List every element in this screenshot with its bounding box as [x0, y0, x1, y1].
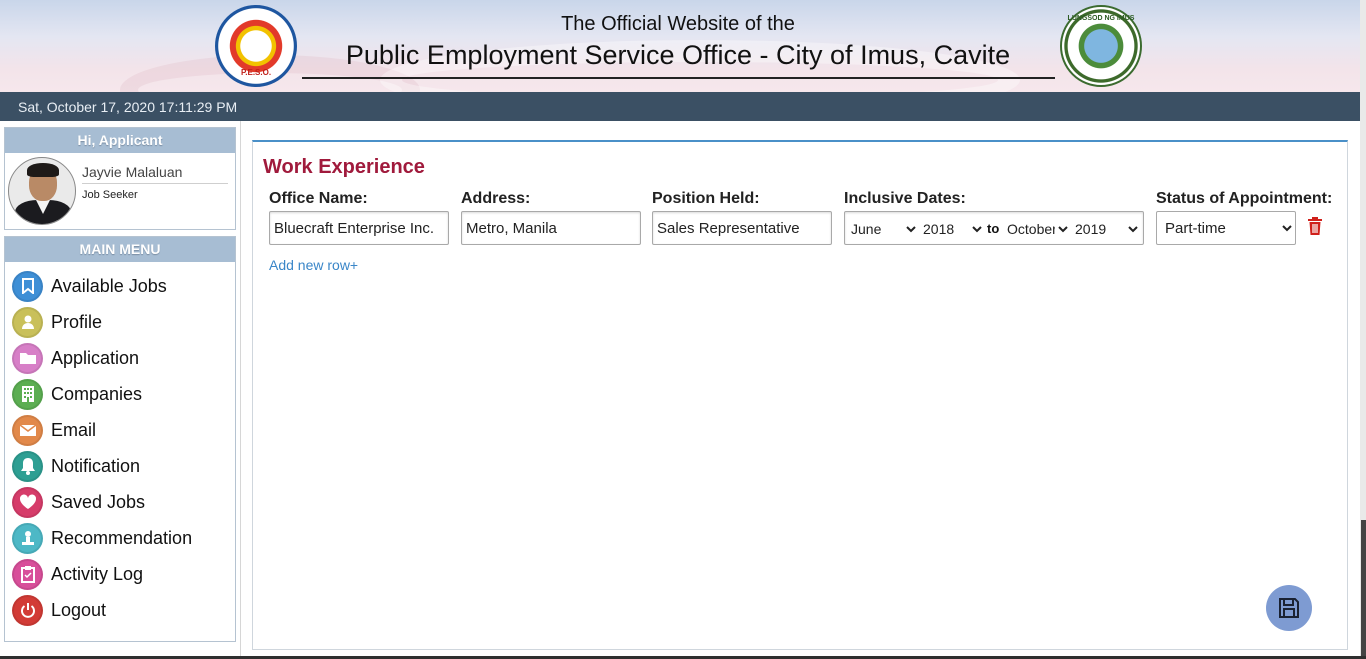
imus-seal-text: LUNGSOD NG IMUS	[1067, 15, 1135, 22]
status-select[interactable]: Part-time	[1156, 211, 1296, 245]
trash-icon[interactable]	[1307, 216, 1323, 236]
award-icon	[12, 522, 43, 554]
user-role: Job Seeker	[82, 189, 138, 201]
inclusive-dates-label: Inclusive Dates:	[844, 190, 966, 207]
menu-item-activity-log[interactable]: Activity Log	[12, 558, 230, 590]
menu-item-available-jobs[interactable]: Available Jobs	[12, 270, 230, 302]
position-label: Position Held:	[652, 190, 760, 207]
site-subtitle: The Official Website of the	[561, 13, 795, 35]
menu-item-recommendation[interactable]: Recommendation	[12, 522, 230, 554]
menu-label: Recommendation	[51, 527, 193, 548]
site-header: P.E.S.O. The Official Website of the Pub…	[0, 0, 1366, 92]
avatar	[8, 157, 76, 225]
imus-city-seal: LUNGSOD NG IMUS	[1060, 5, 1142, 87]
inclusive-dates-group: June 2018 to October 2019	[844, 211, 1144, 245]
menu-item-notification[interactable]: Notification	[12, 450, 230, 482]
bell-icon	[12, 450, 43, 482]
menu-item-companies[interactable]: Companies	[12, 378, 230, 410]
add-new-row-link[interactable]: Add new row+	[269, 257, 358, 273]
menu-label: Activity Log	[51, 563, 144, 584]
menu-label: Notification	[51, 455, 141, 476]
menu-label: Saved Jobs	[51, 491, 146, 512]
menu-item-logout[interactable]: Logout	[12, 594, 230, 626]
user-name: Jayvie Malaluan	[82, 164, 183, 180]
menu-label: Available Jobs	[51, 275, 167, 296]
greeting-header: Hi, Applicant	[5, 128, 235, 153]
date-bar: Sat, October 17, 2020 17:11:29 PM	[0, 92, 1366, 121]
to-year-select[interactable]: 2019	[1071, 217, 1141, 241]
menu-label: Application	[51, 347, 140, 368]
section-title: Work Experience	[263, 156, 425, 178]
floppy-disk-icon	[1279, 598, 1299, 618]
peso-logo: P.E.S.O.	[215, 5, 297, 87]
save-button[interactable]	[1266, 585, 1312, 631]
address-input[interactable]	[461, 211, 641, 245]
envelope-icon	[12, 414, 43, 446]
bookmark-icon	[12, 270, 43, 302]
menu-label: Email	[51, 419, 97, 440]
peso-logo-text: P.E.S.O.	[240, 68, 272, 77]
scrollbar-thumb[interactable]	[1361, 520, 1366, 656]
current-datetime: Sat, October 17, 2020 17:11:29 PM	[18, 99, 238, 115]
office-name-label: Office Name:	[269, 190, 368, 207]
from-year-select[interactable]: 2018	[919, 217, 985, 241]
user-icon	[12, 306, 43, 338]
menu-label: Companies	[51, 383, 143, 404]
to-month-select[interactable]: October	[1003, 217, 1071, 241]
menu-item-email[interactable]: Email	[12, 414, 230, 446]
divider	[82, 183, 228, 184]
site-title: Public Employment Service Office - City …	[345, 40, 1011, 70]
title-underline	[302, 77, 1055, 79]
menu-label: Profile	[51, 311, 103, 332]
user-panel: Hi, Applicant Jayvie Malaluan Job Seeker	[4, 127, 236, 230]
heart-icon	[12, 486, 43, 518]
from-month-select[interactable]: June	[847, 217, 919, 241]
menu-label: Logout	[51, 599, 107, 620]
main-menu-header: MAIN MENU	[5, 237, 235, 262]
folder-icon	[12, 342, 43, 374]
to-label: to	[987, 221, 1000, 236]
clipboard-icon	[12, 558, 43, 590]
status-label: Status of Appointment:	[1156, 190, 1333, 207]
main-menu: MAIN MENU Available Jobs Profile Applica…	[4, 236, 236, 642]
office-name-input[interactable]	[269, 211, 449, 245]
address-label: Address:	[461, 190, 531, 207]
menu-item-profile[interactable]: Profile	[12, 306, 230, 338]
position-input[interactable]	[652, 211, 832, 245]
building-icon	[12, 378, 43, 410]
work-experience-card: Work Experience Office Name: Address: Po…	[252, 140, 1348, 650]
sidebar: Hi, Applicant Jayvie Malaluan Job Seeker…	[0, 121, 241, 659]
power-icon	[12, 594, 43, 626]
menu-item-application[interactable]: Application	[12, 342, 230, 374]
menu-item-saved-jobs[interactable]: Saved Jobs	[12, 486, 230, 518]
